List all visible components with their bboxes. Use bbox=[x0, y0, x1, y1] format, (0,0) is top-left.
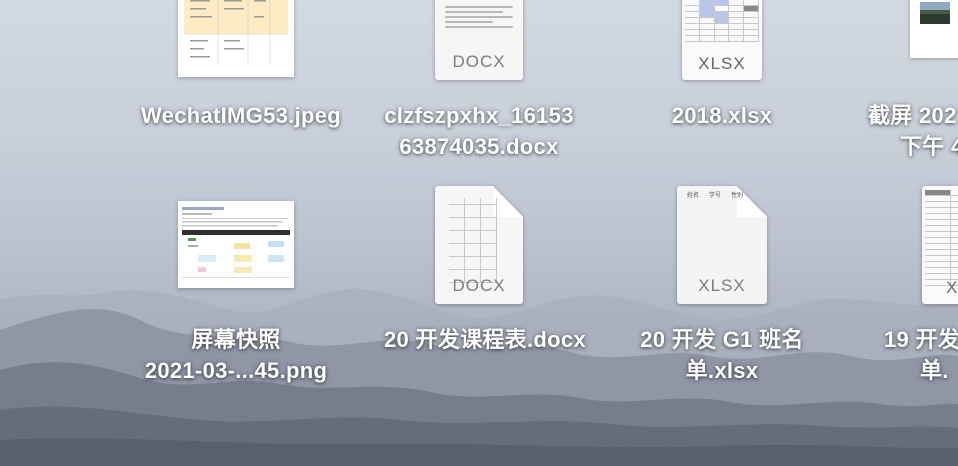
file-name: 19 开发 单. bbox=[884, 327, 958, 383]
file-type-badge: XLSX bbox=[698, 54, 746, 73]
file-name: WechatIMG53.jpeg bbox=[141, 103, 341, 128]
file-name: 20 开发 G1 班名 单.xlsx bbox=[640, 327, 804, 383]
xlsx-spreadsheet-icon: 姓名 学号 性别 XLSX bbox=[677, 186, 767, 304]
docx-document-icon: DOCX bbox=[435, 0, 523, 80]
file-screenshot-2021-03[interactable]: 屏幕快照 2021-03-...45.png bbox=[141, 190, 331, 383]
column-header: 性别 bbox=[730, 193, 743, 199]
file-type-badge: X bbox=[946, 278, 958, 297]
file-g1-xlsx[interactable]: 姓名 学号 性别 XLSX 20 开发 G1 班名 单.xlsx bbox=[627, 186, 817, 383]
file-type-badge: DOCX bbox=[452, 276, 506, 295]
photo-preview-icon bbox=[910, 0, 958, 58]
column-header: 姓名 bbox=[687, 193, 700, 199]
desktop[interactable]: WechatIMG53.jpeg DOCX clzfszpxhx_16153 6… bbox=[0, 0, 958, 466]
file-type-badge: DOCX bbox=[452, 52, 506, 71]
column-header: 学号 bbox=[708, 193, 721, 199]
file-type-badge: XLSX bbox=[698, 276, 746, 295]
file-name: 20 开发课程表.docx bbox=[384, 327, 586, 352]
file-screenshot-top[interactable]: 截屏 202 下午 4 bbox=[862, 0, 958, 190]
file-wechatimg53[interactable]: WechatIMG53.jpeg bbox=[141, 0, 341, 190]
file-name: 屏幕快照 2021-03-...45.png bbox=[144, 327, 328, 383]
docx-document-icon: DOCX bbox=[435, 186, 523, 304]
xlsx-spreadsheet-icon: X bbox=[922, 186, 958, 304]
file-name: clzfszpxhx_16153 63874035.docx bbox=[384, 103, 574, 159]
image-thumbnail bbox=[178, 0, 294, 77]
xlsx-spreadsheet-icon: XLSX bbox=[682, 0, 762, 80]
file-name: 截屏 202 下午 4 bbox=[868, 103, 958, 159]
file-clzfszpxhx-docx[interactable]: DOCX clzfszpxhx_16153 63874035.docx bbox=[384, 0, 574, 190]
file-course-docx[interactable]: DOCX 20 开发课程表.docx bbox=[384, 186, 586, 380]
file-19-xlsx[interactable]: X 19 开发 单. bbox=[862, 186, 958, 383]
image-thumbnail bbox=[178, 201, 294, 288]
file-2018-xlsx[interactable]: XLSX 2018.xlsx bbox=[627, 0, 817, 190]
webpage-preview-icon bbox=[178, 201, 294, 288]
sheet-preview-icon bbox=[178, 0, 294, 77]
file-name: 2018.xlsx bbox=[671, 103, 773, 128]
image-thumbnail bbox=[910, 0, 958, 58]
